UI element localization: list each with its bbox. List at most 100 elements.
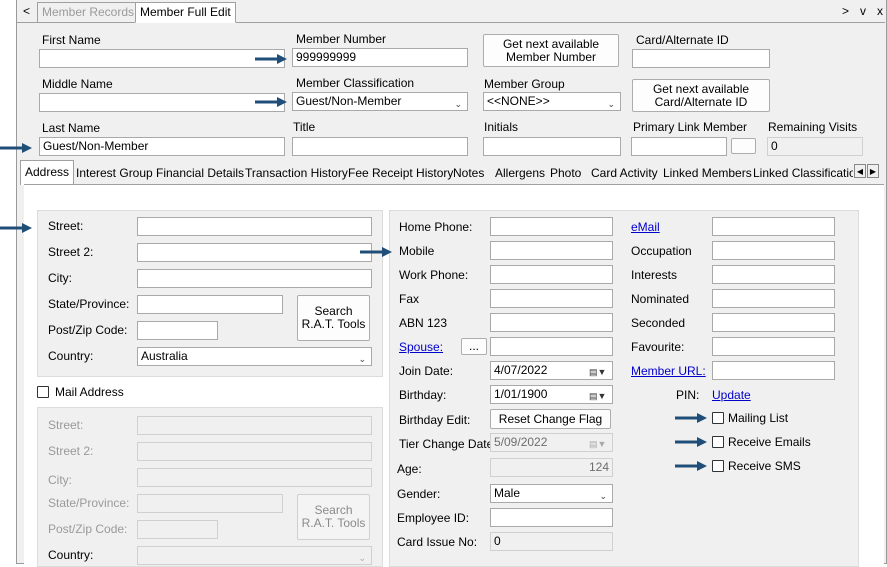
tab-linked-classifications[interactable]: Linked Classifications [749,162,853,184]
receive-emails-checkbox[interactable] [712,436,724,448]
mail-street2-field [137,442,372,461]
initials-label: Initials [484,120,519,134]
occupation-label: Occupation [631,244,692,258]
middle-name-field[interactable] [39,93,285,112]
mail-postcode-field [137,520,218,539]
spouse-link[interactable]: Spouse: [399,340,443,354]
occupation-field[interactable] [712,241,835,260]
fax-field[interactable] [490,289,613,308]
seconded-field[interactable] [712,313,835,332]
next-card-id-button[interactable]: Get next available Card/Alternate ID [632,79,770,112]
email-link[interactable]: eMail [631,220,660,234]
nav-back-button[interactable]: < [23,4,30,18]
street2-field[interactable] [137,243,372,262]
birthday-edit-label: Birthday Edit: [399,413,471,427]
close-tab-button[interactable]: x [877,4,883,18]
first-name-field[interactable] [39,49,285,68]
card-issue-label: Card Issue No: [397,535,478,549]
card-alt-id-field[interactable] [632,49,770,68]
email-field[interactable] [712,217,835,236]
home-phone-label: Home Phone: [399,220,473,234]
tab-financial-details[interactable]: Financial Details [152,162,248,184]
receive-sms-checkbox[interactable] [712,460,724,472]
mail-state-label: State/Province: [48,496,130,510]
calendar-icon[interactable]: ▤▼ [589,364,609,377]
birthday-label: Birthday: [399,388,447,402]
tab-member-full-edit[interactable]: Member Full Edit [135,2,236,23]
join-date-picker[interactable]: 4/07/2022 ▤▼ [490,361,613,380]
gender-select[interactable]: Male ⌄ [490,484,613,503]
country-select[interactable]: Australia ⌄ [137,347,372,366]
arrow-right-icon [0,143,32,153]
tab-scroll-right-icon[interactable]: ▶ [867,164,879,178]
member-number-field[interactable]: 999999999 [292,48,468,67]
member-group-label: Member Group [484,77,565,91]
initials-field[interactable] [483,137,621,156]
card-issue-field: 0 [490,532,613,551]
street-label: Street: [48,219,84,233]
primary-link-lookup-button[interactable] [731,138,756,154]
favourite-field[interactable] [712,337,835,356]
chevron-down-icon: ⌄ [607,99,615,109]
member-classification-value: Guest/Non-Member [296,94,402,108]
receive-sms-label: Receive SMS [728,459,801,473]
mail-street-label: Street: [48,418,84,432]
tab-photo[interactable]: Photo [546,162,585,184]
employee-id-field[interactable] [490,508,613,527]
calendar-icon[interactable]: ▤▼ [589,388,609,401]
reset-change-flag-button[interactable]: Reset Change Flag [490,409,611,429]
tab-linked-members[interactable]: Linked Members [659,162,756,184]
gender-value: Male [494,486,521,500]
state-field[interactable] [137,295,283,314]
tab-scroll-left-icon[interactable]: ◀ [854,164,866,178]
postcode-label: Post/Zip Code: [48,323,128,337]
tab-notes[interactable]: Notes [449,162,488,184]
more-tabs-button[interactable]: > [842,4,849,18]
mobile-field[interactable] [490,241,613,260]
pin-label: PIN: [676,388,700,402]
tab-allergens[interactable]: Allergens [491,162,549,184]
birthday-picker[interactable]: 1/01/1900 ▤▼ [490,385,613,404]
member-classification-select[interactable]: Guest/Non-Member ⌄ [292,92,468,111]
tab-list-button[interactable]: v [860,4,866,18]
spouse-field[interactable] [490,337,613,356]
arrow-right-icon [675,461,707,471]
mail-state-field [137,494,283,513]
interests-field[interactable] [712,265,835,284]
work-phone-field[interactable] [490,265,613,284]
abn-field[interactable] [490,313,613,332]
member-group-select[interactable]: <<NONE>> ⌄ [483,92,621,111]
mail-search-rat-tools-button: Search R.A.T. Tools [297,494,370,540]
pin-update-link[interactable]: Update [712,388,751,402]
city-field[interactable] [137,269,372,288]
primary-link-member-field[interactable] [631,137,727,156]
tab-fee-receipt-history[interactable]: Fee Receipt History [344,162,457,184]
member-url-link[interactable]: Member URL: [631,364,706,378]
home-phone-field[interactable] [490,217,613,236]
last-name-field[interactable]: Guest/Non-Member [39,137,285,156]
spouse-lookup-button[interactable]: ... [461,338,487,355]
title-field[interactable] [292,137,468,156]
tab-card-activity[interactable]: Card Activity [587,162,662,184]
next-member-number-button[interactable]: Get next available Member Number [483,34,619,67]
member-group-value: <<NONE>> [487,94,550,108]
nominated-label: Nominated [631,292,690,306]
nominated-field[interactable] [712,289,835,308]
chevron-down-icon: ⌄ [358,553,366,563]
calendar-icon: ▤▼ [589,439,607,449]
postcode-field[interactable] [137,321,218,340]
search-rat-tools-button[interactable]: Search R.A.T. Tools [297,295,370,341]
arrow-right-icon [0,223,32,233]
gender-label: Gender: [397,487,441,501]
tab-address[interactable]: Address [20,160,75,185]
tab-interest-group[interactable]: Interest Group [72,162,157,184]
member-classification-label: Member Classification [296,76,415,90]
street-field[interactable] [137,217,372,236]
tab-member-records[interactable]: Member Records [37,2,140,23]
mailing-list-checkbox[interactable] [712,412,724,424]
member-url-field[interactable] [712,361,835,380]
primary-link-member-label: Primary Link Member [633,120,748,134]
mail-address-checkbox[interactable] [37,386,49,398]
country-label: Country: [48,349,94,363]
tab-transaction-history[interactable]: Transaction History [241,162,352,184]
